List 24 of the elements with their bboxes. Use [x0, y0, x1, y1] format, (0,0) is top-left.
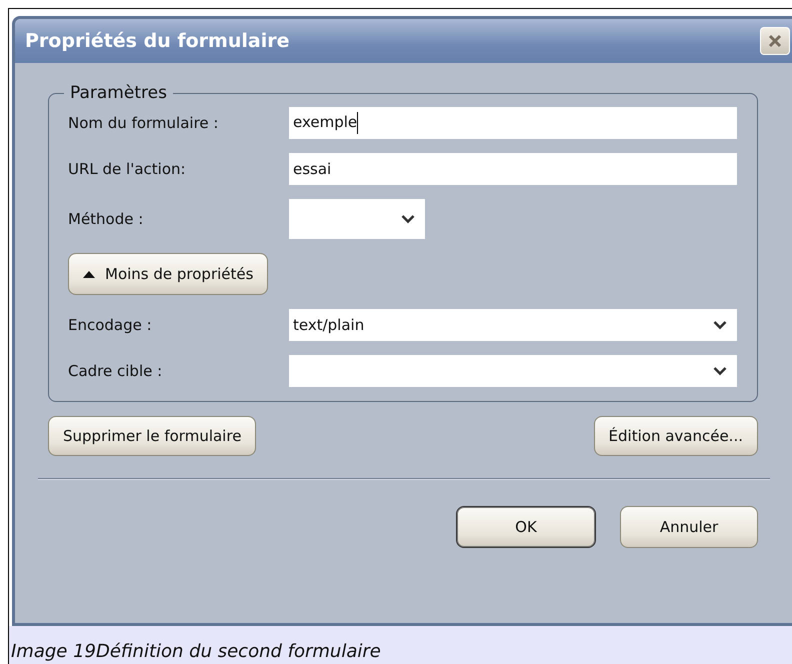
group-title: Paramètres	[69, 83, 168, 103]
figure-caption: Image 19Définition du second formulaire	[11, 641, 381, 662]
field-label: Nom du formulaire :	[68, 114, 220, 132]
dropdown[interactable]	[289, 355, 737, 387]
dropdown[interactable]	[289, 199, 425, 239]
advanced-edit-button[interactable]: Édition avancée...	[594, 416, 758, 456]
input-field[interactable]: exemple	[289, 107, 737, 139]
field-label: Cadre cible :	[68, 362, 164, 380]
toggle-properties-button[interactable]: Moins de propriétés	[68, 253, 268, 295]
close-button[interactable]	[760, 27, 790, 55]
cancel-button[interactable]: Annuler	[620, 506, 758, 548]
triangle-up-icon	[83, 270, 95, 278]
chevron-down-icon	[401, 214, 415, 224]
chevron-down-icon	[713, 366, 727, 376]
close-icon	[767, 33, 783, 49]
window-title: Propriétés du formulaire	[25, 30, 290, 52]
delete-form-button[interactable]: Supprimer le formulaire	[48, 416, 256, 456]
field-label: Encodage :	[68, 316, 153, 334]
dropdown[interactable]: text/plain	[289, 309, 737, 341]
field-label: Méthode :	[68, 210, 144, 228]
chevron-down-icon	[713, 320, 727, 330]
field-label: URL de l'action:	[68, 160, 187, 178]
input-field[interactable]: essai	[289, 153, 737, 185]
ok-button[interactable]: OK	[456, 506, 596, 548]
